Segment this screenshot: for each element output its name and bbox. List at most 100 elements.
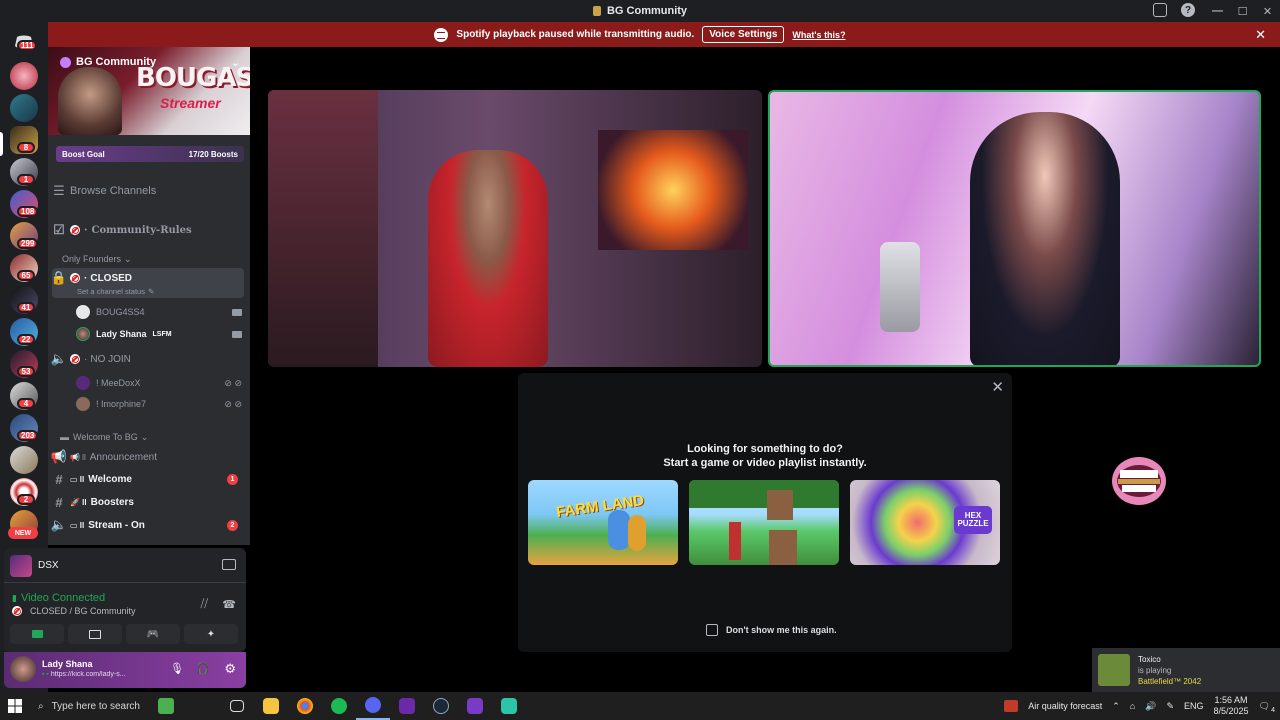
microphone-icon[interactable]: 🎙 bbox=[170, 662, 184, 675]
voice-user[interactable]: ! Imorphine7 ⊘ ⊘ bbox=[76, 397, 246, 411]
spotify-icon bbox=[434, 27, 449, 42]
server-icon[interactable] bbox=[10, 94, 38, 122]
soundboard-button[interactable]: ✦ bbox=[184, 624, 238, 644]
chevron-down-icon[interactable]: ⌄ bbox=[231, 56, 240, 69]
voice-stage: ✕ Looking for something to do? Start a g… bbox=[250, 47, 1280, 692]
screen-share-icon[interactable] bbox=[222, 559, 236, 570]
disconnect-icon[interactable]: ☎ bbox=[222, 598, 236, 611]
connection-location[interactable]: CLOSED / BG Community bbox=[12, 606, 136, 616]
activity-button[interactable]: 🎮 bbox=[126, 624, 180, 644]
game-card-hex-puzzle[interactable]: HEX PUZZLE bbox=[850, 480, 1000, 565]
weather-icon[interactable] bbox=[1004, 700, 1019, 712]
no-entry-icon bbox=[12, 606, 22, 616]
server-emblem-icon bbox=[592, 6, 601, 16]
task-view-icon[interactable] bbox=[220, 692, 254, 720]
no-entry-icon bbox=[70, 273, 80, 283]
chevron-up-icon[interactable]: ⌃ bbox=[1112, 701, 1120, 712]
user-status-label: https://kick.com/lady-s... bbox=[50, 671, 126, 678]
minimize-button[interactable]: — bbox=[1205, 0, 1230, 22]
checkbox[interactable] bbox=[706, 624, 718, 636]
game-card-blocks[interactable] bbox=[689, 480, 839, 565]
spotify-icon[interactable] bbox=[322, 692, 356, 720]
server-icon[interactable] bbox=[10, 62, 38, 90]
checkbox-label: Don't show me this again. bbox=[726, 625, 837, 635]
gear-icon[interactable]: ⚙ bbox=[224, 661, 236, 677]
server-icon[interactable] bbox=[10, 446, 38, 474]
share-screen-button[interactable] bbox=[68, 624, 122, 644]
channel-community-rules[interactable]: ☑ · Community-Rules bbox=[48, 222, 250, 238]
network-icon[interactable]: ⌂ bbox=[1130, 701, 1135, 711]
browse-channels-label: Browse Channels bbox=[70, 185, 157, 197]
unread-badge: 203 bbox=[17, 430, 39, 441]
nzxt-icon[interactable] bbox=[390, 692, 424, 720]
volume-icon[interactable]: 🔊 bbox=[1145, 701, 1156, 712]
channel-label: CLOSED bbox=[90, 272, 133, 284]
steam-icon[interactable] bbox=[424, 692, 458, 720]
server-name[interactable]: BG Community bbox=[60, 56, 156, 68]
mouth-sticker bbox=[1112, 457, 1166, 505]
headphones-icon[interactable]: 🎧 bbox=[196, 662, 210, 675]
clock[interactable]: 1:56 AM 8/5/2025 bbox=[1214, 695, 1249, 717]
boost-goal-bar[interactable]: Boost Goal 17/20 Boosts bbox=[56, 146, 244, 162]
category-only-founders[interactable]: Only Founders ⌄ bbox=[48, 253, 250, 265]
stream-name: DSX bbox=[38, 560, 59, 571]
chrome-icon[interactable] bbox=[288, 692, 322, 720]
app-icon[interactable] bbox=[458, 692, 492, 720]
game-card-farm-land[interactable]: FARM LAND bbox=[528, 480, 678, 565]
connection-status[interactable]: ▮ Video Connected bbox=[12, 592, 105, 604]
maximize-button[interactable]: ☐ bbox=[1230, 0, 1255, 22]
divider bbox=[4, 582, 246, 583]
whats-this-link[interactable]: What's this? bbox=[792, 30, 845, 40]
voice-user[interactable]: Lady Shana LSFM bbox=[76, 327, 246, 341]
camera-button[interactable] bbox=[10, 624, 64, 644]
user-avatar[interactable] bbox=[10, 656, 36, 682]
game-title: HEX PUZZLE bbox=[954, 506, 992, 534]
windows-start-icon[interactable] bbox=[0, 692, 30, 720]
activity-toast[interactable]: Toxico is playing Battlefield™ 2042 bbox=[1092, 648, 1280, 692]
close-window-button[interactable]: ✕ bbox=[1255, 0, 1280, 22]
browse-channels[interactable]: ☰ Browse Channels bbox=[48, 183, 250, 199]
notification-icon[interactable]: 🗨 4 bbox=[1259, 701, 1275, 714]
channel-stream-on[interactable]: 🔈 ▭ ll Stream - On 2 bbox=[48, 517, 250, 532]
streamer-figure bbox=[428, 150, 548, 367]
unread-badge: 2 bbox=[17, 494, 35, 505]
close-notice-icon[interactable]: ✕ bbox=[1255, 27, 1266, 43]
channel-welcome[interactable]: # ▭ ll Welcome 1 bbox=[48, 472, 250, 487]
stream-avatar bbox=[10, 555, 32, 577]
unread-badge: 41 bbox=[17, 302, 35, 313]
app-icon[interactable] bbox=[492, 692, 526, 720]
boost-goal-label: Boost Goal bbox=[62, 149, 105, 159]
server-banner[interactable]: BOUGASSAA Streamer BG Community ⌄ bbox=[48, 47, 250, 135]
hash-icon: # bbox=[55, 494, 63, 510]
inbox-icon[interactable] bbox=[1153, 3, 1167, 17]
channel-sidebar: BOUGASSAA Streamer BG Community ⌄ Boost … bbox=[48, 47, 250, 545]
video-tile-boug4ss4[interactable] bbox=[268, 90, 762, 367]
channel-status[interactable]: Set a channel status ✎ bbox=[48, 286, 250, 296]
discord-icon[interactable] bbox=[356, 692, 390, 720]
pen-icon[interactable]: ✎ bbox=[1166, 701, 1174, 712]
weather-label[interactable]: Air quality forecast bbox=[1028, 701, 1102, 711]
channel-closed[interactable]: 🔒 · CLOSED bbox=[48, 270, 250, 285]
voice-settings-button[interactable]: Voice Settings bbox=[702, 26, 785, 43]
megaphone-icon: 📢 bbox=[50, 449, 68, 464]
voice-user[interactable]: BOUG4SS4 bbox=[76, 305, 246, 319]
help-icon[interactable]: ? bbox=[1181, 3, 1195, 17]
toast-activity: is playing bbox=[1138, 665, 1172, 675]
category-welcome[interactable]: ▬ Welcome To BG ⌄ bbox=[48, 431, 250, 443]
video-tile-lady-shana[interactable] bbox=[768, 90, 1261, 367]
dont-show-checkbox[interactable]: Don't show me this again. bbox=[706, 624, 837, 636]
language-indicator[interactable]: ENG bbox=[1184, 701, 1204, 711]
file-explorer-icon[interactable] bbox=[254, 692, 288, 720]
avatar bbox=[76, 397, 90, 411]
close-popup-icon[interactable]: ✕ bbox=[991, 378, 1004, 396]
channel-announcement[interactable]: 📢 📢 ll Announcement bbox=[48, 449, 250, 464]
voice-user[interactable]: ! MeeDoxX ⊘ ⊘ bbox=[76, 376, 246, 390]
noise-suppression-icon[interactable]: ⧸⧸ bbox=[201, 598, 208, 611]
user-name: BOUG4SS4 bbox=[96, 307, 145, 317]
channel-no-join[interactable]: 🔈 · NO JOIN bbox=[48, 351, 250, 366]
user-name: Lady Shana bbox=[96, 329, 147, 339]
server-name-label: BG Community bbox=[76, 56, 157, 68]
user-tag: LSFM bbox=[152, 330, 172, 338]
channel-boosters[interactable]: # 🚀 ll Boosters bbox=[48, 494, 250, 510]
taskbar-search[interactable]: ⌕ Type here to search bbox=[30, 692, 220, 720]
